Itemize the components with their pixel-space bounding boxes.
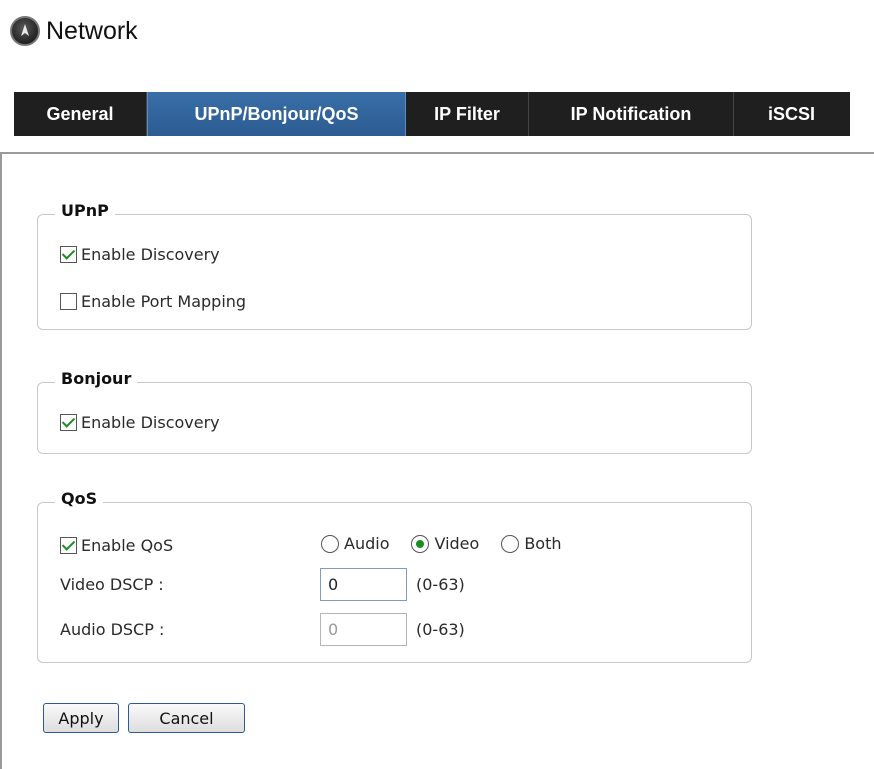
tab-iscsi[interactable]: iSCSI	[734, 92, 849, 136]
audio-dscp-label: Audio DSCP :	[60, 620, 165, 639]
video-dscp-input[interactable]: 0	[320, 568, 407, 601]
audio-dscp-input[interactable]: 0	[320, 613, 407, 646]
bonjour-legend: Bonjour	[55, 369, 138, 388]
qos-mode-audio[interactable]: Audio	[321, 534, 389, 553]
enable-qos-checkbox[interactable]	[60, 537, 77, 554]
bonjour-enable-discovery-label: Enable Discovery	[81, 413, 220, 432]
qos-mode-radio-group: Audio Video Both	[321, 534, 584, 553]
tab-upnp-bonjour-qos[interactable]: UPnP/Bonjour/QoS	[147, 92, 406, 136]
bonjour-enable-discovery-row[interactable]: Enable Discovery	[60, 413, 220, 432]
qos-mode-both-label: Both	[524, 534, 562, 553]
qos-mode-audio-label: Audio	[344, 534, 390, 553]
audio-dscp-range: (0-63)	[416, 620, 465, 639]
qos-mode-video-label: Video	[434, 534, 480, 553]
qos-mode-video[interactable]: Video	[411, 534, 479, 553]
page-title: Network	[46, 16, 138, 45]
enable-qos-label: Enable QoS	[81, 536, 174, 555]
qos-mode-both[interactable]: Both	[501, 534, 562, 553]
enable-qos-row[interactable]: Enable QoS	[60, 536, 173, 555]
upnp-enable-discovery-checkbox[interactable]	[60, 246, 77, 263]
tab-general[interactable]: General	[14, 92, 147, 136]
content-top-border	[0, 152, 874, 154]
network-globe-icon	[10, 16, 40, 46]
upnp-enable-discovery-label: Enable Discovery	[81, 245, 220, 264]
qos-legend: QoS	[55, 489, 104, 508]
tab-bar: General UPnP/Bonjour/QoS IP Filter IP No…	[14, 92, 850, 136]
page-header: Network	[10, 14, 138, 48]
upnp-enable-port-mapping-label: Enable Port Mapping	[81, 292, 247, 311]
bonjour-fieldset: Bonjour Enable Discovery	[37, 369, 752, 454]
video-dscp-range: (0-63)	[416, 575, 465, 594]
qos-fieldset: QoS Enable QoS Audio Video Both Video DS…	[37, 489, 752, 663]
bonjour-enable-discovery-checkbox[interactable]	[60, 414, 77, 431]
tab-ip-filter[interactable]: IP Filter	[406, 92, 529, 136]
qos-mode-both-radio[interactable]	[501, 534, 520, 553]
content-left-border	[0, 152, 2, 769]
tab-ip-notification[interactable]: IP Notification	[529, 92, 734, 136]
upnp-enable-port-mapping-row[interactable]: Enable Port Mapping	[60, 292, 246, 311]
qos-mode-audio-radio[interactable]	[321, 534, 339, 553]
apply-button[interactable]: Apply	[43, 703, 119, 733]
upnp-legend: UPnP	[55, 201, 115, 220]
upnp-enable-discovery-row[interactable]: Enable Discovery	[60, 245, 220, 264]
qos-mode-video-radio[interactable]	[411, 534, 430, 553]
upnp-fieldset: UPnP Enable Discovery Enable Port Mappin…	[37, 201, 752, 330]
upnp-enable-port-mapping-checkbox[interactable]	[60, 293, 77, 310]
cancel-button[interactable]: Cancel	[128, 703, 245, 733]
video-dscp-label: Video DSCP :	[60, 575, 164, 594]
